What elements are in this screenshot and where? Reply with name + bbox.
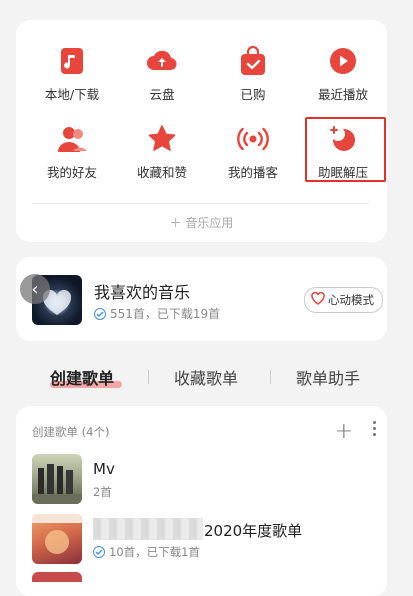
menu-item-label: 已购 [240,87,266,102]
shopping-bag-icon [236,44,270,78]
playlist-subtitle: 2首 [93,485,112,499]
menu-item-cloud[interactable]: 云盘 [117,44,207,103]
menu-item-label: 收藏和赞 [136,165,187,180]
downloaded-check-icon [93,546,105,558]
playlist-item[interactable]: Mv 2首 [32,454,387,506]
menu-item-label: 本地/下载 [44,87,100,102]
menu-item-friends[interactable]: 我的好友 [27,122,117,181]
podcast-icon [236,122,270,156]
quick-menu-card: 本地/下载 云盘 已购 最近播放 我的好友 收藏和赞 我的播客 助眠解压 ＋ 音… [16,20,387,242]
back-button[interactable]: ‹ [20,274,50,304]
menu-item-purchased[interactable]: 已购 [208,44,298,103]
heartbeat-mode-button[interactable]: 心动模式 [304,287,383,313]
menu-item-podcast[interactable]: 我的播客 [208,122,298,181]
playlist-title: Mv [93,460,115,478]
heart-icon [311,291,325,308]
play-circle-icon [326,44,360,78]
menu-item-label: 我的好友 [46,165,97,180]
playlist-title: 2020年度歌单 [204,522,303,540]
cloud-upload-icon [145,44,179,78]
friends-icon [55,122,89,156]
add-playlist-button[interactable]: + [335,419,353,444]
playlist-cover-partial [32,572,82,582]
menu-item-local-download[interactable]: 本地/下载 [27,44,117,103]
menu-item-label: 我的播客 [227,165,278,180]
tab-created-playlists[interactable]: 创建歌单 [50,365,114,389]
heartbeat-mode-label: 心动模式 [328,293,374,307]
tab-divider [270,370,271,384]
chevron-left-icon: ‹ [31,278,39,300]
liked-music-card[interactable]: ‹ 我喜欢的音乐 551首，已下载19首 心动模式 [16,257,387,341]
liked-music-count: 551首，已下载19首 [110,307,221,321]
playlist-cover [32,454,82,504]
menu-item-label: 最近播放 [317,87,368,102]
music-file-icon [55,44,89,78]
menu-item-collections[interactable]: 收藏和赞 [117,122,207,181]
liked-music-title: 我喜欢的音乐 [94,283,191,302]
playlist-subtitle-row: 10首，已下载1首 [93,544,200,560]
playlist-tabs: 创建歌单 收藏歌单 歌单助手 [0,365,413,389]
tab-playlist-assistant[interactable]: 歌单助手 [296,365,360,389]
menu-item-recent[interactable]: 最近播放 [298,44,388,103]
more-options-button[interactable] [367,421,381,436]
tab-collected-playlists[interactable]: 收藏歌单 [174,365,238,389]
created-playlists-card: 创建歌单 (4个) + Mv 2首 2020年度歌单 10首，已下载1首 [16,406,387,596]
plus-icon: + [334,419,353,444]
divider [32,203,371,204]
liked-music-subtitle: 551首，已下载19首 [94,305,220,322]
add-music-apps-button[interactable]: ＋ 音乐应用 [16,214,387,231]
playlist-subtitle: 10首，已下载1首 [109,545,200,559]
playlist-item[interactable]: 2020年度歌单 10首，已下载1首 [32,514,387,566]
playlist-cover [32,514,82,564]
downloaded-check-icon [94,307,106,320]
redacted-text [93,518,203,540]
tab-divider [148,370,149,384]
star-icon [145,122,179,156]
highlight-box [305,117,386,182]
section-header: 创建歌单 (4个) [32,425,110,439]
menu-item-label: 云盘 [149,87,175,102]
